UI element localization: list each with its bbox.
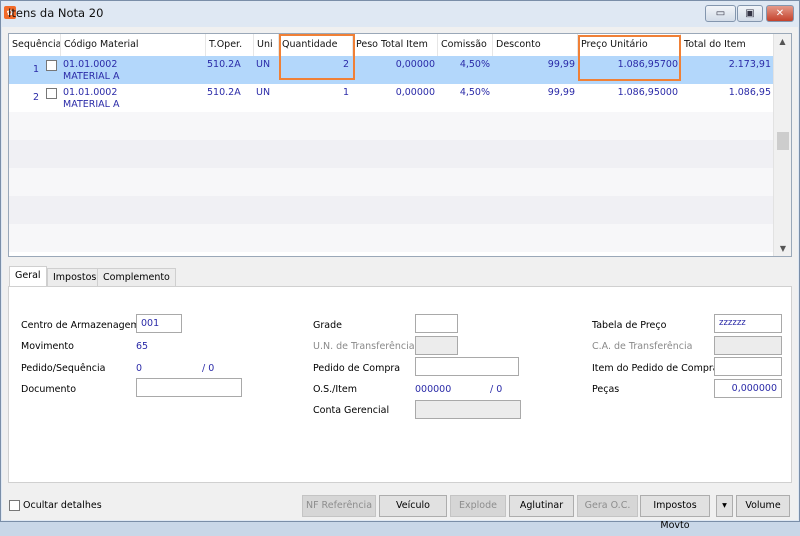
uni: UN bbox=[256, 87, 271, 98]
col-peso[interactable]: Peso Total Item bbox=[353, 34, 438, 56]
empty-row bbox=[9, 112, 774, 140]
col-comissao[interactable]: Comissão bbox=[438, 34, 493, 56]
gera-oc-button[interactable]: Gera O.C. bbox=[577, 495, 638, 517]
close-button[interactable]: ✕ bbox=[766, 5, 794, 22]
peso: 0,00000 bbox=[395, 59, 435, 70]
vertical-scrollbar[interactable]: ▲ ▼ bbox=[773, 34, 791, 256]
os-value: 000000 bbox=[415, 384, 452, 395]
uni: UN bbox=[256, 59, 271, 70]
un-transf-label: U.N. de Transferência bbox=[313, 341, 415, 352]
items-grid[interactable]: Sequência Código Material T.Oper. Uni Qu… bbox=[8, 33, 792, 257]
col-uni[interactable]: Uni bbox=[254, 34, 279, 56]
sequencia-value: / 0 bbox=[202, 363, 215, 374]
material: MATERIAL A bbox=[63, 99, 120, 110]
ca-transf-input bbox=[714, 336, 782, 355]
highlight-preco bbox=[578, 35, 681, 81]
col-codigo[interactable]: Código Material bbox=[61, 34, 206, 56]
scroll-up-icon[interactable]: ▲ bbox=[774, 37, 791, 46]
movimento-label: Movimento bbox=[21, 341, 74, 352]
empty-row bbox=[9, 224, 774, 252]
ca-transf-label: C.A. de Transferência bbox=[592, 341, 693, 352]
highlight-quantidade bbox=[279, 34, 355, 80]
total: 2.173,91 bbox=[728, 59, 771, 70]
pedido-value: 0 bbox=[136, 363, 143, 374]
veiculo-button[interactable]: Veículo bbox=[379, 495, 447, 517]
col-toper[interactable]: T.Oper. bbox=[206, 34, 254, 56]
pedido-compra-label: Pedido de Compra bbox=[313, 363, 401, 374]
item-pedido-label: Item do Pedido de Compra bbox=[592, 363, 719, 374]
col-sequencia[interactable]: Sequência bbox=[9, 34, 61, 56]
nf-referencia-button[interactable]: NF Referência bbox=[302, 495, 376, 517]
col-total[interactable]: Total do Item bbox=[681, 34, 774, 56]
peso: 0,00000 bbox=[395, 87, 435, 98]
volume-button[interactable]: Volume bbox=[736, 495, 790, 517]
pedido-seq-label: Pedido/Sequência bbox=[21, 363, 106, 374]
empty-row bbox=[9, 196, 774, 224]
grade-label: Grade bbox=[313, 320, 342, 331]
window-title: Itens da Nota 20 bbox=[8, 6, 104, 20]
os-item-label: O.S./Item bbox=[313, 384, 357, 395]
geral-panel bbox=[8, 286, 792, 483]
codigo: 01.01.0002 bbox=[63, 59, 118, 70]
row-checkbox[interactable] bbox=[46, 60, 57, 71]
seq: 2 bbox=[32, 92, 39, 103]
empty-row bbox=[9, 140, 774, 168]
toper: 510.2A bbox=[207, 87, 241, 98]
item-value: / 0 bbox=[490, 384, 503, 395]
desconto: 99,99 bbox=[547, 59, 575, 70]
ocultar-checkbox[interactable] bbox=[9, 500, 20, 511]
scroll-down-icon[interactable]: ▼ bbox=[774, 244, 791, 253]
documento-label: Documento bbox=[21, 384, 77, 395]
dropdown-arrow-icon[interactable]: ▾ bbox=[716, 495, 733, 517]
centro-input[interactable]: 001 bbox=[136, 314, 182, 333]
grade-input[interactable] bbox=[415, 314, 458, 333]
movimento-value: 65 bbox=[136, 341, 149, 352]
tabela-label: Tabela de Preço bbox=[592, 320, 667, 331]
explode-button[interactable]: Explode bbox=[450, 495, 506, 517]
table-row[interactable]: 2 01.01.0002 MATERIAL A 510.2A UN 1 0,00… bbox=[9, 84, 774, 112]
un-transf-input bbox=[415, 336, 458, 355]
aglutinar-button[interactable]: Aglutinar bbox=[509, 495, 574, 517]
preco: 1.086,95000 bbox=[617, 87, 678, 98]
pecas-label: Peças bbox=[592, 384, 620, 395]
minimize-button[interactable]: ▭ bbox=[705, 5, 736, 22]
codigo: 01.01.0002 bbox=[63, 87, 118, 98]
pedido-compra-input[interactable] bbox=[415, 357, 519, 376]
row-checkbox[interactable] bbox=[46, 88, 57, 99]
tab-impostos[interactable]: Impostos bbox=[47, 268, 103, 286]
toper: 510.2A bbox=[207, 59, 241, 70]
tab-geral[interactable]: Geral bbox=[9, 266, 47, 287]
comissao: 4,50% bbox=[459, 87, 490, 98]
pecas-input[interactable]: 0,000000 bbox=[714, 379, 782, 398]
tab-complemento[interactable]: Complemento bbox=[97, 268, 176, 286]
desconto: 99,99 bbox=[547, 87, 575, 98]
centro-label: Centro de Armazenagem bbox=[21, 320, 140, 331]
documento-input[interactable] bbox=[136, 378, 242, 397]
col-desconto[interactable]: Desconto bbox=[493, 34, 578, 56]
empty-row bbox=[9, 168, 774, 196]
impostos-movto-button[interactable]: Impostos Movto bbox=[640, 495, 710, 531]
ocultar-label[interactable]: Ocultar detalhes bbox=[23, 500, 102, 511]
tabela-input[interactable]: zzzzzz bbox=[714, 314, 782, 333]
total: 1.086,95 bbox=[728, 87, 771, 98]
maximize-button[interactable]: ▣ bbox=[737, 5, 763, 22]
seq: 1 bbox=[32, 64, 39, 75]
quantidade: 1 bbox=[342, 87, 349, 98]
item-pedido-input[interactable] bbox=[714, 357, 782, 376]
conta-input bbox=[415, 400, 521, 419]
scroll-thumb[interactable] bbox=[777, 132, 789, 150]
comissao: 4,50% bbox=[459, 59, 490, 70]
conta-label: Conta Gerencial bbox=[313, 405, 390, 416]
material: MATERIAL A bbox=[63, 71, 120, 82]
